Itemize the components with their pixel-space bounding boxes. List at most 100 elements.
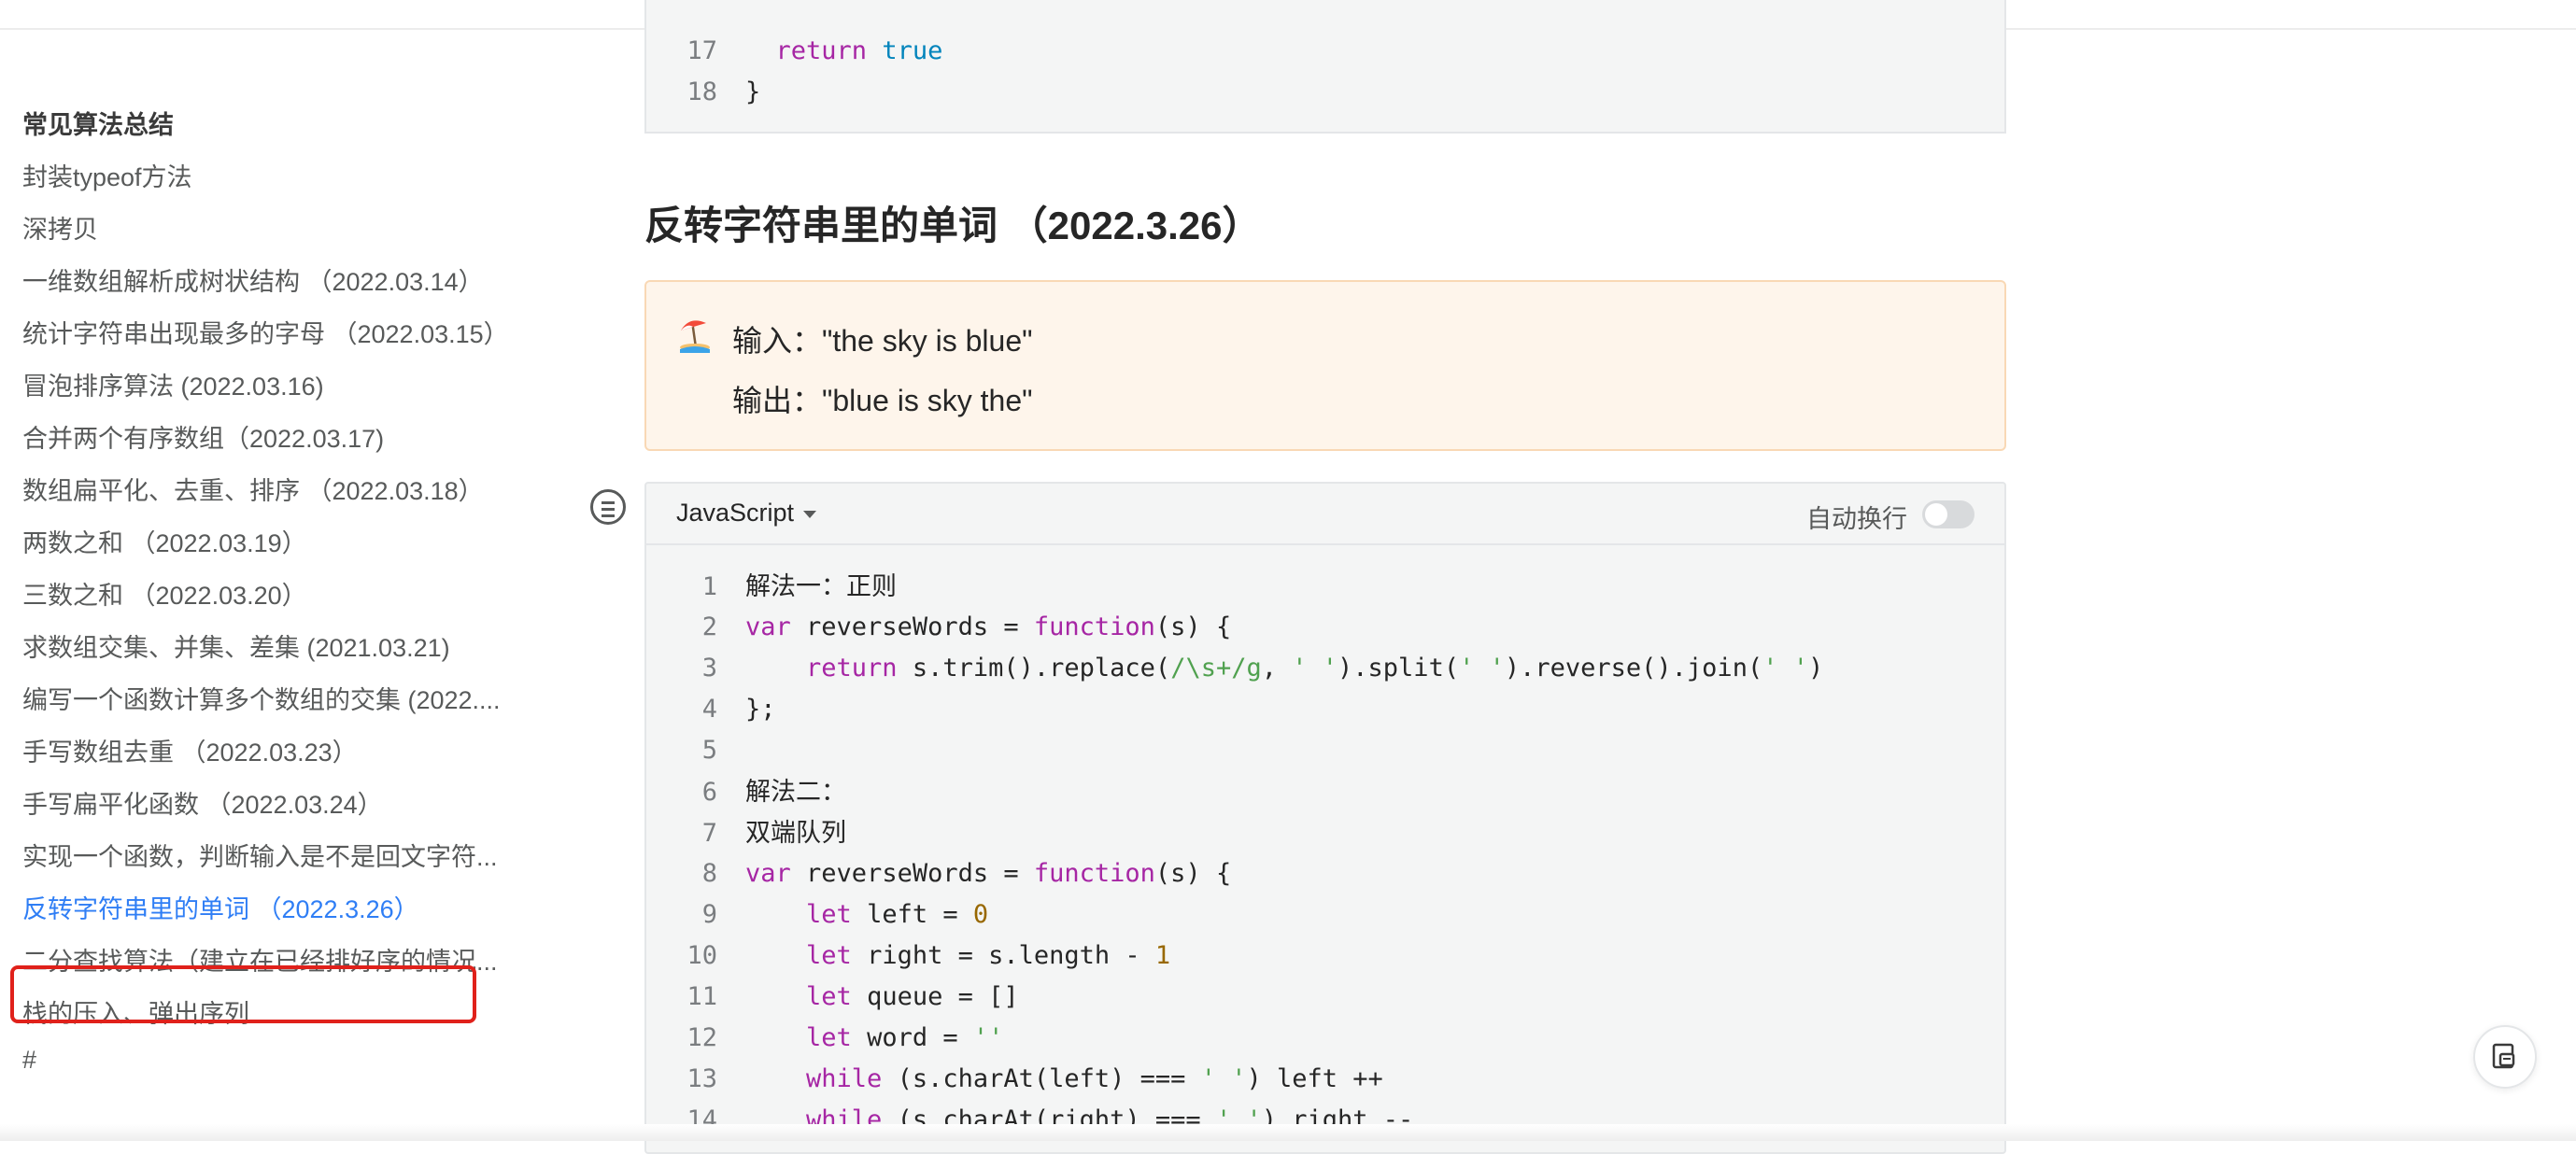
toc-item-active[interactable]: 反转字符串里的单词 （2022.3.26） [22, 889, 419, 925]
toc-item[interactable]: 两数之和 （2022.03.19） [22, 523, 307, 559]
code-token: ' ' [1292, 654, 1338, 683]
code-token: (s) { [1154, 612, 1232, 641]
toc-item[interactable]: 合并两个有序数组（2022.03.17) [22, 418, 384, 455]
example-input: 输入："the sky is blue" [732, 324, 1033, 358]
toc-item[interactable]: 深拷贝 [22, 209, 98, 246]
toc-item[interactable]: 冒泡排序算法 (2022.03.16) [22, 366, 324, 402]
code-token: reverseWords = [790, 612, 1034, 641]
auto-wrap-toggle[interactable] [1922, 500, 1974, 528]
example-callout: 输入："the sky is blue" 输出："blue is sky the… [644, 280, 2006, 451]
code-token: let [806, 941, 852, 970]
code-line: 17 return true [646, 31, 942, 72]
line-number: 9 [701, 900, 717, 929]
toc-item[interactable]: 三数之和 （2022.03.20） [22, 575, 307, 612]
line-number: 18 [686, 77, 717, 106]
toc-item[interactable]: 数组扁平化、去重、排序 （2022.03.18） [22, 471, 484, 507]
line-number: 2 [701, 612, 717, 641]
code-token: function [1033, 859, 1155, 888]
toggle-knob [1925, 503, 1947, 526]
toc-item[interactable]: 求数组交集、并集、差集 (2021.03.21) [22, 627, 450, 664]
code-token: let [806, 900, 852, 929]
feedback-button[interactable] [2473, 1025, 2537, 1089]
code-token: 双端队列 [745, 819, 846, 847]
line-number: 10 [686, 941, 717, 970]
code-token: ).split( [1338, 654, 1460, 683]
code-token: true [882, 36, 943, 65]
language-label: JavaScript [676, 499, 795, 527]
line-number: 4 [701, 695, 717, 724]
toc-item[interactable]: 手写扁平化函数 （2022.03.24） [22, 784, 383, 821]
code-token: ).reverse().join( [1504, 654, 1763, 683]
code-line: 6 解法二： [646, 771, 846, 812]
code-line: 7 双端队列 [646, 812, 846, 853]
code-line: 4}; [646, 689, 776, 730]
toc-item[interactable]: 编写一个函数计算多个数组的交集 (2022.... [22, 680, 501, 716]
code-token: 解法一：正则 [745, 572, 897, 600]
code-token: ' ' [1762, 654, 1808, 683]
toc-item[interactable]: # [22, 1046, 36, 1075]
bottom-shadow [0, 1124, 2576, 1141]
example-output: 输出："blue is sky the" [732, 384, 1033, 417]
code-token: queue = [] [851, 982, 1019, 1011]
code-line: 18} [646, 72, 760, 113]
code-token: (s) { [1154, 859, 1232, 888]
code-line: 2 var reverseWords = function(s) { [646, 607, 1231, 648]
beach-umbrella-icon [680, 320, 710, 353]
line-number: 11 [686, 982, 717, 1011]
code-block: JavaScript 自动换行 1 解法一：正则 2 var reverseWords… [644, 482, 2006, 1154]
code-token: } [745, 77, 761, 106]
code-line: 5 [646, 730, 745, 771]
code-token: word = [851, 1023, 973, 1052]
line-number: 6 [701, 778, 717, 807]
toc-item[interactable]: 手写数组去重 （2022.03.23） [22, 732, 358, 768]
toc-item[interactable]: 统计字符串出现最多的字母 （2022.03.15） [22, 314, 509, 350]
code-token: right = s.length - [851, 941, 1155, 970]
toc-heading[interactable]: 常见算法总结 [22, 105, 174, 141]
code-token: ) left ++ [1246, 1064, 1383, 1093]
code-token: while [806, 1064, 883, 1093]
auto-wrap-label: 自动换行 [1806, 505, 1907, 533]
code-token: let [806, 1023, 852, 1052]
code-block-header: JavaScript 自动换行 [646, 484, 2004, 545]
active-item-highlight [10, 965, 476, 1023]
code-line: 13 while (s.charAt(left) === ' ') left +… [646, 1059, 1383, 1100]
code-token: 解法二： [745, 778, 846, 806]
code-token: return [806, 654, 898, 683]
code-token: left = [851, 900, 973, 929]
code-line: 9 let left = 0 [646, 894, 988, 936]
outline-menu-icon[interactable] [590, 489, 626, 525]
previous-code-block: 17 return true 18} [644, 0, 2006, 134]
code-token: let [806, 982, 852, 1011]
line-number: 12 [686, 1023, 717, 1052]
code-line: 11 let queue = [] [646, 977, 1019, 1018]
feedback-icon [2492, 1043, 2515, 1069]
language-selector[interactable]: JavaScript [676, 499, 817, 528]
toc-item[interactable]: 一维数组解析成树状结构 （2022.03.14） [22, 261, 484, 298]
code-token: ' ' [1459, 654, 1505, 683]
code-token: , [1261, 654, 1293, 683]
toc-item[interactable]: 封装typeof方法 [22, 157, 192, 193]
toc-item[interactable]: 实现一个函数，判断输入是不是回文字符... [22, 837, 498, 873]
line-number: 5 [701, 736, 717, 765]
line-number: 3 [701, 654, 717, 683]
code-token: return [775, 36, 868, 65]
code-token: (s.charAt(left) === [882, 1064, 1201, 1093]
code-token: var [745, 612, 791, 641]
code-token: 1 [1154, 941, 1171, 970]
line-number: 8 [701, 859, 717, 888]
code-token: '' [972, 1023, 1004, 1052]
code-token: }; [745, 695, 776, 724]
code-token: 0 [972, 900, 989, 929]
code-token: reverseWords = [790, 859, 1034, 888]
code-token: ) [1807, 654, 1824, 683]
code-line: 1 解法一：正则 [646, 566, 897, 607]
code-line: 10 let right = s.length - 1 [646, 936, 1170, 977]
caret-down-icon [803, 510, 817, 518]
